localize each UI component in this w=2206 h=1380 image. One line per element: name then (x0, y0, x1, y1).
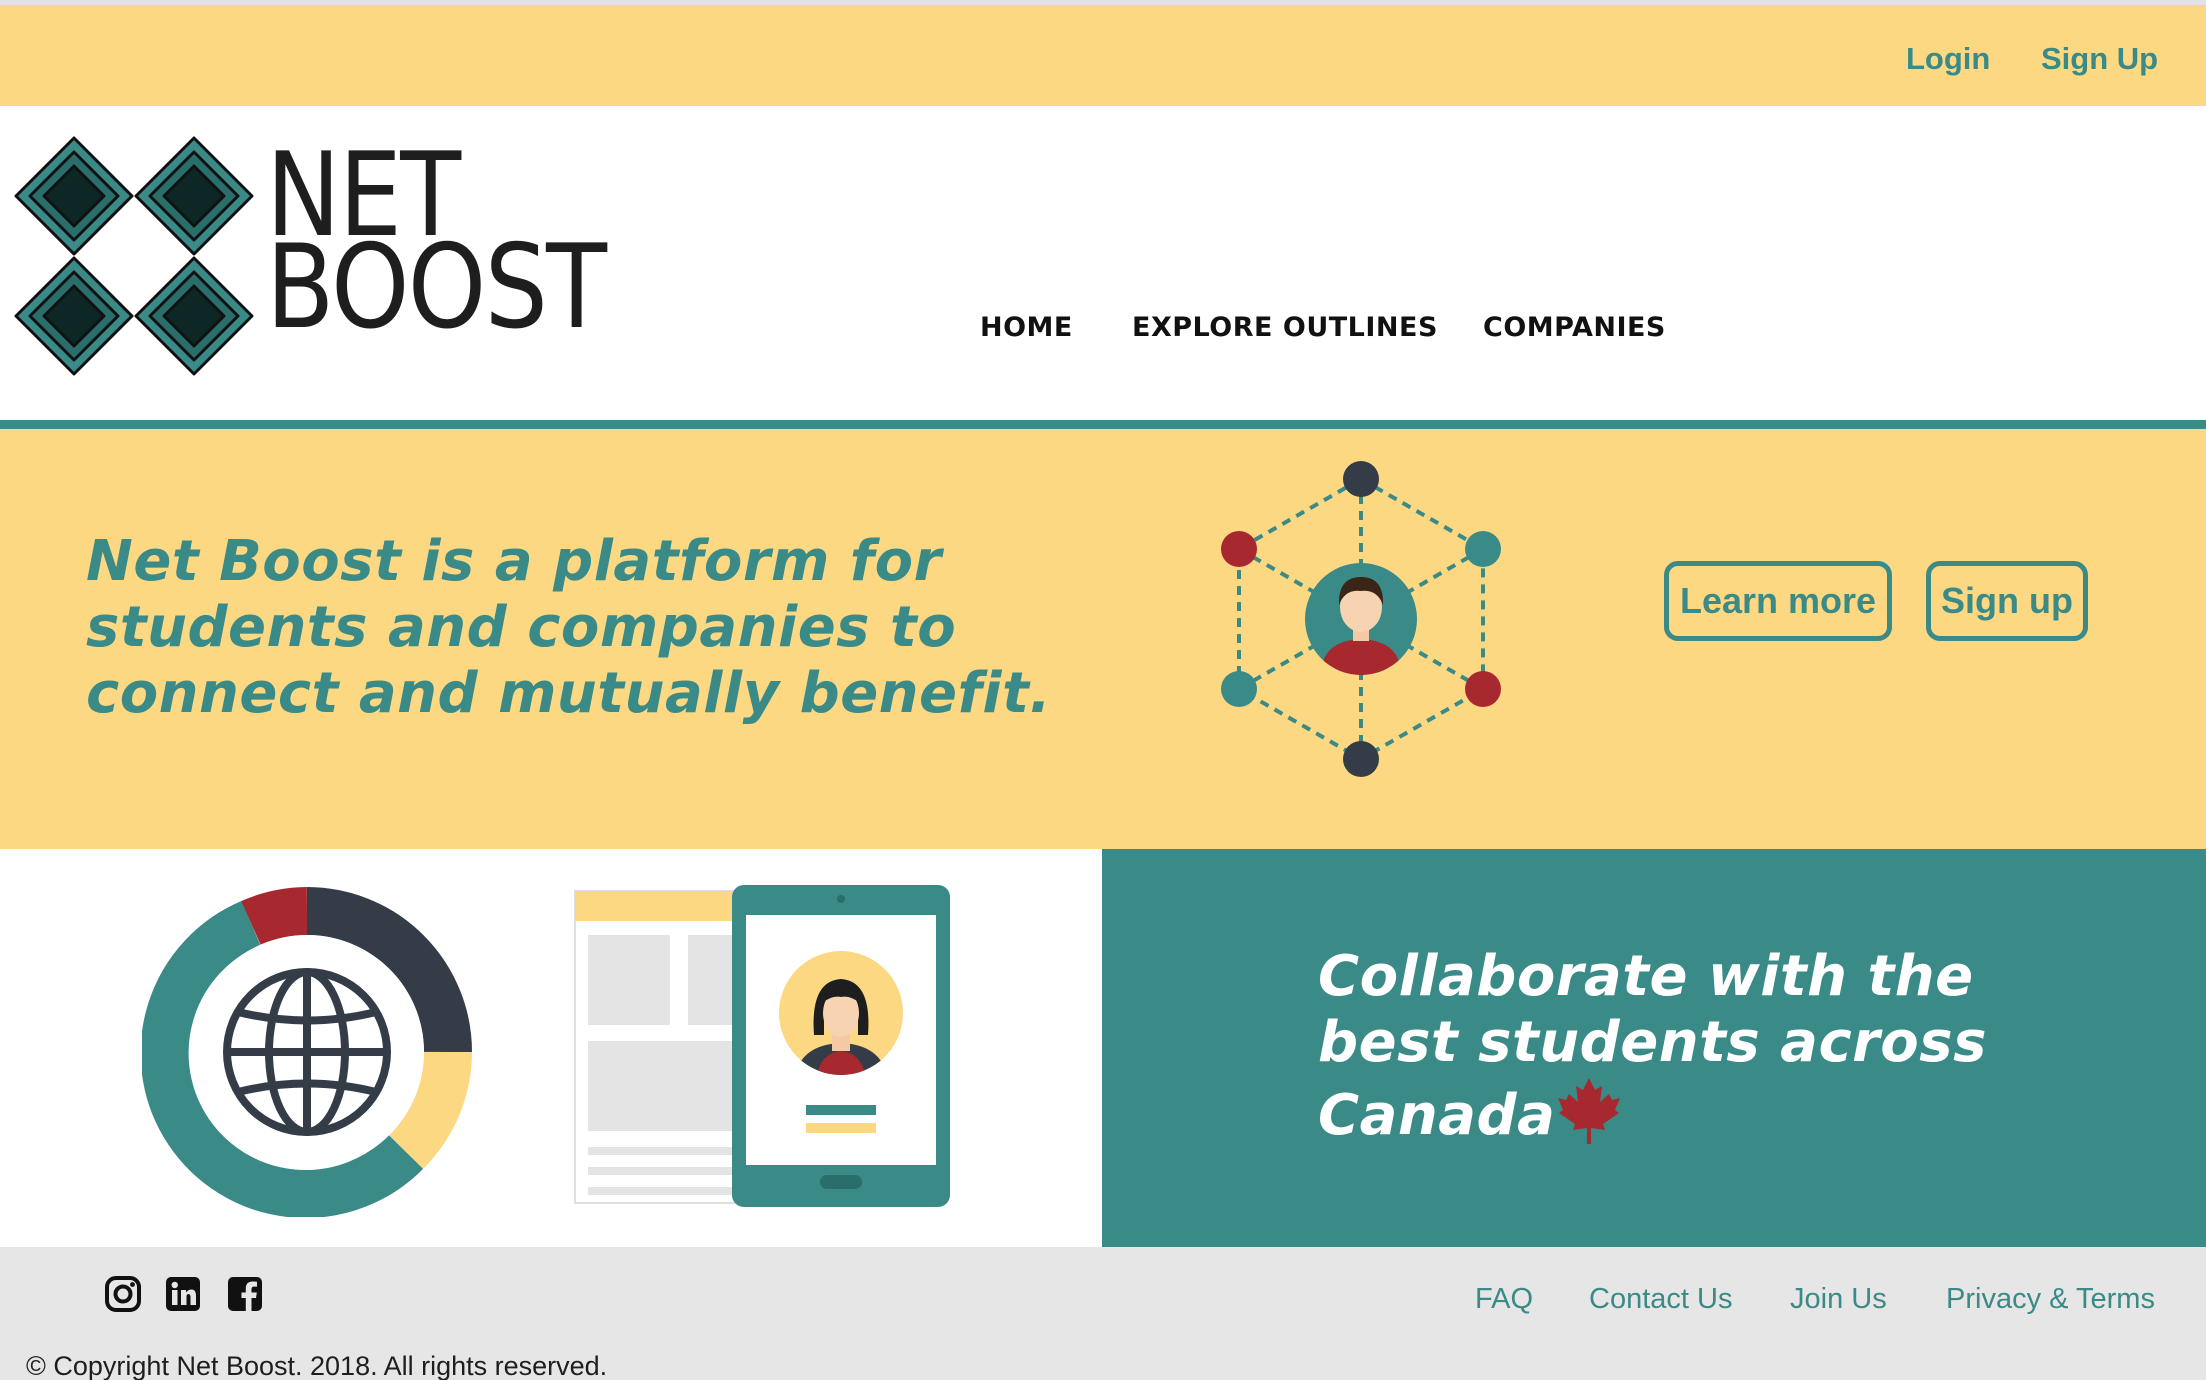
network-illustration-icon (1221, 461, 1501, 777)
instagram-icon[interactable] (104, 1275, 142, 1313)
facebook-icon[interactable] (226, 1275, 264, 1313)
footer-link-privacy[interactable]: Privacy & Terms (1946, 1283, 2155, 1316)
maple-leaf-icon (1558, 1078, 1621, 1144)
top-bar: Login Sign Up (0, 0, 2206, 106)
collab-line: Collaborate with the (1318, 944, 1974, 1009)
logo-wordmark[interactable]: NET BOOST (266, 138, 607, 355)
footer-link-faq[interactable]: FAQ (1475, 1283, 1533, 1316)
footer-link-join[interactable]: Join Us (1790, 1283, 1887, 1316)
hero-line: students and companies to (86, 595, 957, 660)
site-footer: FAQ Contact Us Join Us Privacy & Terms ©… (0, 1247, 2206, 1380)
site-header: NET BOOST HOME EXPLORE OUTLINES COMPANIE… (0, 106, 2206, 420)
net-boost-logo-icon[interactable] (14, 136, 254, 376)
collab-line: Canada (1318, 1083, 1556, 1148)
login-link[interactable]: Login (1906, 41, 1990, 77)
hero-line: Net Boost is a platform for (86, 529, 942, 594)
footer-link-contact[interactable]: Contact Us (1589, 1283, 1732, 1316)
hero-line: connect and mutually benefit. (86, 661, 1052, 726)
collaborate-panel: Collaborate with the best students acros… (1102, 849, 2206, 1247)
illustrations-panel (0, 849, 1102, 1247)
globe-donut-icon (142, 887, 472, 1217)
collaborate-heading: Collaborate with the best students acros… (1318, 944, 2118, 1149)
feature-band: Collaborate with the best students acros… (0, 849, 2206, 1247)
copyright-text: © Copyright Net Boost. 2018. All rights … (26, 1351, 608, 1380)
signup-link[interactable]: Sign Up (2041, 41, 2158, 77)
hero-section: Net Boost is a platform for students and… (0, 429, 2206, 849)
hero-tagline: Net Boost is a platform for students and… (86, 529, 1086, 727)
nav-explore-outlines[interactable]: EXPLORE OUTLINES (1132, 312, 1438, 343)
logo-line-boost: BOOST (266, 220, 607, 355)
sign-up-button[interactable]: Sign up (1926, 561, 2088, 641)
linkedin-icon[interactable] (164, 1275, 202, 1313)
tablet-profile-icon (574, 885, 950, 1207)
nav-home[interactable]: HOME (980, 312, 1073, 343)
nav-companies[interactable]: COMPANIES (1483, 312, 1666, 343)
collab-line: best students across (1318, 1010, 1987, 1075)
collab-line-last: Canada (1318, 1076, 2118, 1149)
header-divider (0, 420, 2206, 429)
learn-more-button[interactable]: Learn more (1664, 561, 1892, 641)
